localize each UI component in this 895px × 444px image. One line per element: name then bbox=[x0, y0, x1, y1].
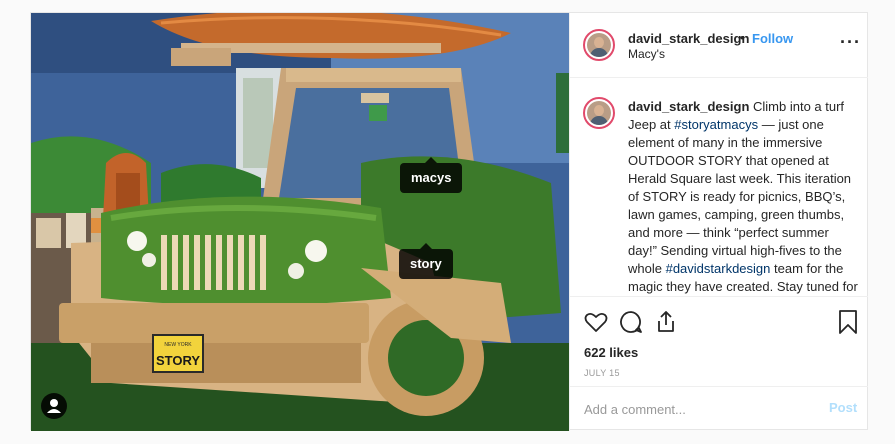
product-tag-macys[interactable]: macys bbox=[400, 157, 463, 193]
header-username[interactable]: david_stark_design bbox=[628, 31, 749, 46]
tag-label: story bbox=[410, 256, 442, 271]
user-tags-button[interactable] bbox=[41, 393, 67, 419]
more-options-icon[interactable]: ··· bbox=[840, 33, 861, 51]
post-sidebar: david_stark_design • Follow Macy's ··· d… bbox=[569, 13, 869, 431]
hashtag-link[interactable]: #storyatmacys bbox=[674, 117, 758, 132]
post-card: NEW YORK STORY macys story david_stark_d… bbox=[30, 12, 869, 431]
avatar[interactable] bbox=[583, 29, 615, 61]
comments-area[interactable]: david_stark_design Climb into a turf Jee… bbox=[570, 78, 868, 296]
caption: david_stark_design Climb into a turf Jee… bbox=[628, 98, 860, 296]
location-link[interactable]: Macy's bbox=[628, 47, 665, 61]
heart-icon[interactable] bbox=[583, 309, 609, 335]
like-count[interactable]: 622 likes bbox=[584, 345, 638, 360]
user-tags-icon bbox=[47, 399, 61, 413]
hashtag-link[interactable]: #davidstarkdesign bbox=[666, 261, 771, 276]
caption-username[interactable]: david_stark_design bbox=[628, 99, 749, 114]
tag-label: macys bbox=[411, 170, 452, 185]
post-header: david_stark_design • Follow Macy's ··· bbox=[570, 13, 868, 78]
comment-icon[interactable] bbox=[618, 309, 644, 335]
jeep-photo-illustration: NEW YORK STORY bbox=[31, 13, 569, 431]
share-icon[interactable] bbox=[653, 309, 679, 335]
avatar[interactable] bbox=[583, 97, 615, 129]
post-date[interactable]: JULY 15 bbox=[584, 368, 620, 378]
product-tag-story[interactable]: story bbox=[399, 243, 453, 279]
action-bar: 622 likes JULY 15 bbox=[570, 296, 868, 387]
caption-text: — just one element of many in the immers… bbox=[628, 117, 852, 276]
post-photo[interactable]: NEW YORK STORY macys story bbox=[31, 13, 569, 431]
follow-button[interactable]: Follow bbox=[752, 31, 793, 46]
plate-number-text: STORY bbox=[156, 353, 200, 368]
post-comment-button[interactable]: Post bbox=[829, 400, 857, 415]
comment-form: Post bbox=[570, 386, 868, 432]
separator-dot: • bbox=[740, 30, 745, 45]
comment-input[interactable] bbox=[584, 399, 804, 419]
bookmark-icon[interactable] bbox=[835, 309, 861, 335]
plate-state-text: NEW YORK bbox=[164, 342, 192, 348]
